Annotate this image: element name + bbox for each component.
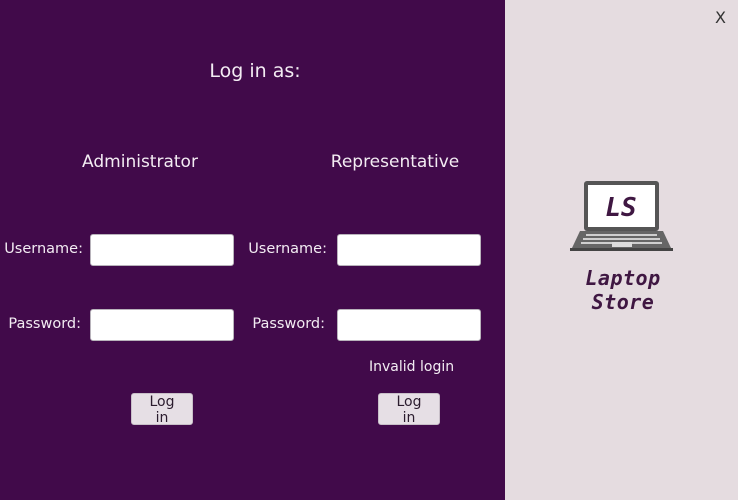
page-title: Log in as: — [209, 60, 301, 82]
rep-username-label: Username: — [248, 241, 327, 257]
admin-title: Administrator — [82, 152, 198, 172]
laptop-icon: LS — [570, 181, 673, 251]
admin-password-input[interactable] — [90, 309, 234, 341]
brand-panel: X LS Laptop Store — [505, 0, 738, 500]
rep-username-input[interactable] — [337, 234, 481, 266]
admin-login-button[interactable]: Log in — [131, 393, 193, 426]
admin-username-label: Username: — [4, 241, 83, 257]
logo-monogram: LS — [605, 193, 636, 223]
rep-login-button[interactable]: Log in — [378, 393, 440, 426]
rep-password-input[interactable] — [337, 309, 481, 341]
brand-name: Laptop Store — [585, 266, 661, 314]
login-panel: Log in as: Administrator Username: Passw… — [0, 0, 505, 500]
close-button[interactable]: X — [715, 8, 726, 27]
login-window: Log in as: Administrator Username: Passw… — [0, 0, 738, 500]
rep-error-message: Invalid login — [369, 359, 455, 375]
rep-title: Representative — [330, 152, 460, 172]
rep-password-label: Password: — [252, 316, 325, 332]
admin-username-input[interactable] — [90, 234, 234, 266]
admin-password-label: Password: — [8, 316, 81, 332]
